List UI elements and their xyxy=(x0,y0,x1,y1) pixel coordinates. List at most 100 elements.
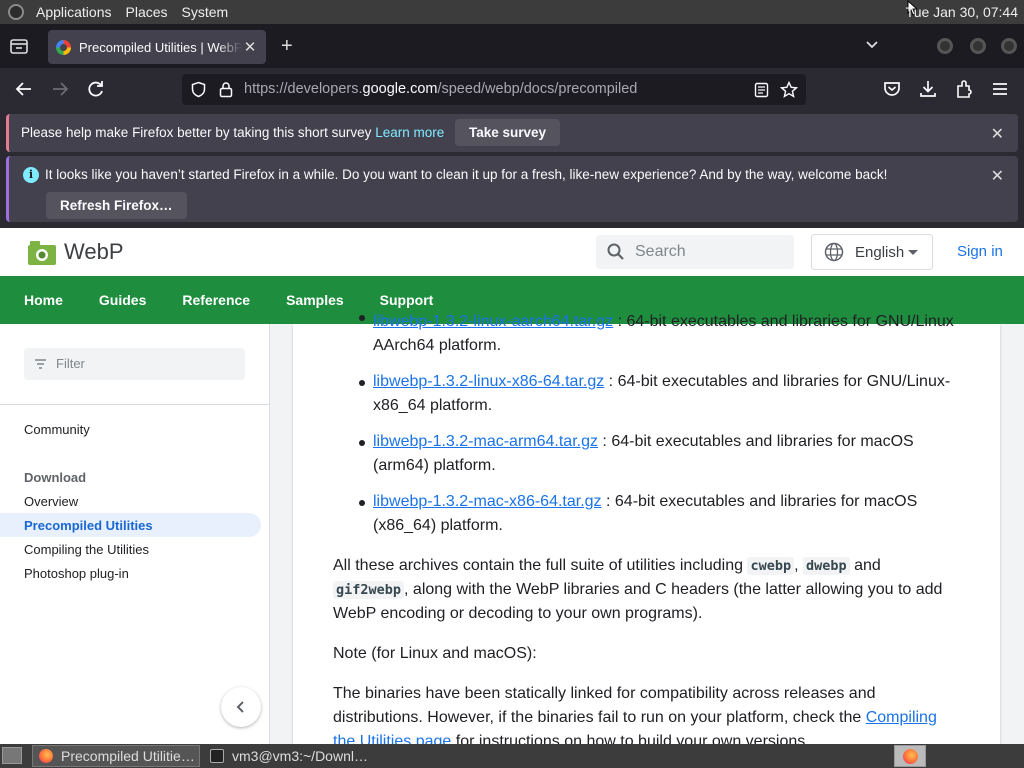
minimize-window-icon[interactable] xyxy=(937,38,953,54)
top-panel: Applications Places System Tue Jan 30, 0… xyxy=(0,0,1024,24)
paragraph-binaries: The binaries have been statically linked… xyxy=(333,682,963,744)
list-item-text: : 64-bit executables and libraries for G… xyxy=(613,313,954,330)
nav-guides[interactable]: Guides xyxy=(99,292,146,308)
taskbar-item-label: vm3@vm3:~/Downl… xyxy=(232,748,368,764)
text: , xyxy=(794,557,803,574)
filter-input[interactable]: Filter xyxy=(24,348,245,380)
close-icon[interactable]: ✕ xyxy=(991,166,1004,186)
survey-notification: Please help make Firefox better by takin… xyxy=(6,114,1018,152)
url-domain: google.com xyxy=(362,81,438,97)
bullet xyxy=(359,380,365,386)
site-logo-text[interactable]: WebP xyxy=(64,239,124,265)
sign-in-link[interactable]: Sign in xyxy=(957,243,1003,260)
nav-reference[interactable]: Reference xyxy=(182,292,250,308)
sidebar-item-overview[interactable]: Overview xyxy=(24,494,78,509)
applications-menu[interactable]: Applications xyxy=(29,4,119,20)
language-select[interactable]: English xyxy=(811,234,933,270)
chevron-down-icon[interactable] xyxy=(866,40,878,50)
sidebar-item-community[interactable]: Community xyxy=(24,422,90,437)
refresh-message: It looks like you haven’t started Firefo… xyxy=(45,167,888,182)
close-icon[interactable]: ✕ xyxy=(991,124,1004,144)
show-desktop-icon[interactable] xyxy=(2,747,22,764)
download-link[interactable]: libwebp-1.3.2-mac-arm64.tar.gz xyxy=(373,433,598,450)
web-page: WebP Search English Sign in Home Guides … xyxy=(0,228,1024,744)
bookmark-star-icon[interactable] xyxy=(780,81,798,99)
browser-tab[interactable]: Precompiled Utilities | WebP ✕ xyxy=(48,30,266,64)
take-survey-button[interactable]: Take survey xyxy=(455,119,561,146)
site-header: WebP Search English Sign in xyxy=(0,228,1024,276)
text: , along with the WebP libraries and C he… xyxy=(404,581,943,598)
list-item-text: (arm64) platform. xyxy=(373,457,496,474)
taskbar: Precompiled Utilitie… vm3@vm3:~/Downl… xyxy=(0,744,1024,768)
taskbar-item-terminal[interactable]: vm3@vm3:~/Downl… xyxy=(204,745,374,767)
list-item-text: : 64-bit executables and libraries for G… xyxy=(604,373,951,390)
downloads-icon[interactable] xyxy=(918,79,938,99)
url-path: /speed/webp/docs/precompiled xyxy=(437,81,638,97)
text: All these archives contain the full suit… xyxy=(333,557,748,574)
taskbar-item-label: Precompiled Utilitie… xyxy=(61,748,195,764)
url-bar[interactable]: https://developers.google.com/speed/webp… xyxy=(182,74,806,105)
taskbar-item-firefox[interactable]: Precompiled Utilitie… xyxy=(32,745,200,767)
text: for instructions on how to build your ow… xyxy=(451,733,810,744)
extensions-icon[interactable] xyxy=(954,79,974,99)
clock[interactable]: Tue Jan 30, 07:44 xyxy=(906,4,1018,20)
download-link[interactable]: libwebp-1.3.2-linux-aarch64.tar.gz xyxy=(373,313,613,330)
globe-icon xyxy=(824,242,844,262)
collapse-sidebar-button[interactable] xyxy=(221,687,261,727)
site-search-input[interactable]: Search xyxy=(596,235,794,269)
search-icon xyxy=(607,243,624,260)
nav-samples[interactable]: Samples xyxy=(286,292,344,308)
shield-icon[interactable] xyxy=(190,81,207,98)
language-label: English xyxy=(855,244,905,261)
nav-support[interactable]: Support xyxy=(380,292,434,308)
maximize-window-icon[interactable] xyxy=(970,38,986,54)
learn-more-link[interactable]: Learn more xyxy=(375,125,444,140)
tab-close-icon[interactable]: ✕ xyxy=(242,38,258,56)
close-window-icon[interactable] xyxy=(1001,38,1017,54)
text: WebP encoding or decoding to your own pr… xyxy=(333,605,703,622)
system-menu[interactable]: System xyxy=(175,4,236,20)
lock-icon[interactable] xyxy=(218,81,234,98)
refresh-firefox-button[interactable]: Refresh Firefox… xyxy=(46,192,187,219)
workspace-switcher[interactable] xyxy=(894,745,926,767)
tab-bar: Precompiled Utilities | WebP ✕ + xyxy=(0,24,1024,68)
nav-home[interactable]: Home xyxy=(24,292,63,308)
sidebar-item-photoshop-plugin[interactable]: Photoshop plug-in xyxy=(24,566,129,581)
reload-icon[interactable] xyxy=(86,79,106,99)
back-arrow-icon[interactable] xyxy=(14,79,34,99)
download-link[interactable]: libwebp-1.3.2-mac-x86-64.tar.gz xyxy=(373,493,602,510)
list-item-text: AArch64 platform. xyxy=(373,337,502,354)
text: distributions. However, if the binaries … xyxy=(333,709,866,726)
bullet xyxy=(359,315,365,321)
webp-logo-icon[interactable] xyxy=(27,240,57,266)
compiling-utilities-link[interactable]: Compiling xyxy=(866,709,937,726)
filter-icon xyxy=(35,359,46,369)
survey-text: Please help make Firefox better by takin… xyxy=(21,125,372,140)
url-text[interactable]: https://developers.google.com/speed/webp… xyxy=(244,81,637,97)
new-tab-button[interactable]: + xyxy=(281,36,293,56)
tab-title: Precompiled Utilities | WebP xyxy=(79,39,242,55)
search-placeholder: Search xyxy=(635,243,686,260)
reader-view-icon[interactable] xyxy=(754,82,769,98)
info-icon: i xyxy=(23,167,39,183)
places-menu[interactable]: Places xyxy=(119,4,175,20)
survey-message: Please help make Firefox better by takin… xyxy=(21,125,444,140)
list-item-text: (x86_64) platform. xyxy=(373,517,503,534)
article-content: libwebp-1.3.2-linux-aarch64.tar.gz : 64-… xyxy=(293,313,1000,744)
bullet xyxy=(359,500,365,506)
divider xyxy=(0,404,269,405)
pocket-icon[interactable] xyxy=(882,79,902,99)
sidebar-item-precompiled-utilities[interactable]: Precompiled Utilities xyxy=(24,518,153,533)
list-item-text: x86_64 platform. xyxy=(373,397,493,414)
paragraph-note: Note (for Linux and macOS): xyxy=(333,645,537,662)
firefox-view-icon[interactable] xyxy=(8,35,30,57)
download-link[interactable]: libwebp-1.3.2-linux-x86-64.tar.gz xyxy=(373,373,604,390)
gnome-foot-icon[interactable] xyxy=(8,4,24,20)
forward-arrow-icon[interactable] xyxy=(50,79,70,99)
compiling-utilities-link-cont[interactable]: the Utilities page xyxy=(333,733,451,744)
hamburger-menu-icon[interactable] xyxy=(990,79,1010,99)
sidebar-item-compiling-utilities[interactable]: Compiling the Utilities xyxy=(24,542,149,557)
filter-placeholder: Filter xyxy=(56,356,85,371)
panel-menus: Applications Places System xyxy=(29,4,235,20)
sidebar: Filter Community Download Overview Preco… xyxy=(0,324,270,744)
